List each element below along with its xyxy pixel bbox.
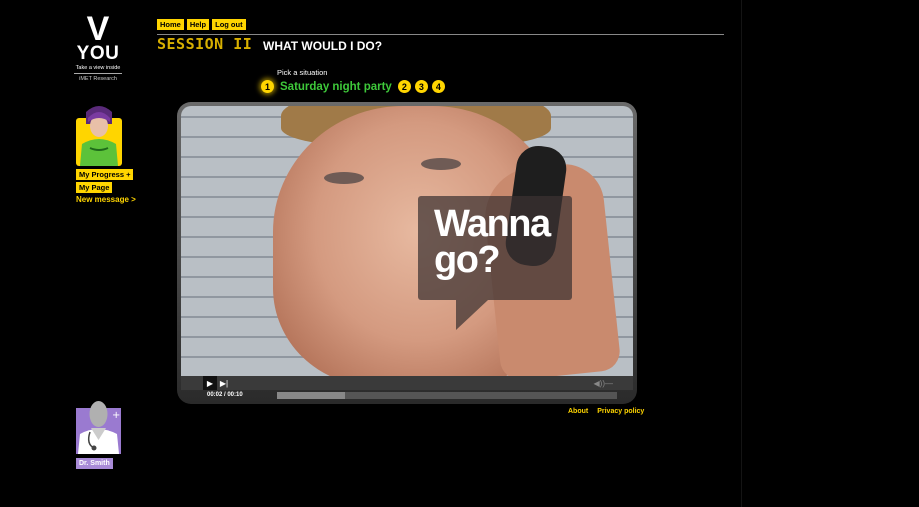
home-button[interactable]: Home [157,19,184,30]
avatar-icon [76,106,122,166]
video-screen[interactable]: Wanna go? [181,106,633,376]
about-link[interactable]: About [568,408,588,415]
my-progress-button[interactable]: My Progress + [76,169,134,180]
logo-mark: V [86,10,110,48]
app-logo[interactable]: V YOU Take a view inside iMET Research [70,10,126,94]
logo-tagline: Take a view inside [75,65,121,71]
video-progress-fill [277,391,345,399]
skip-next-icon[interactable]: ▶| [217,376,231,390]
doctor-name-badge[interactable]: Dr. Smith [76,458,113,469]
video-progress-row: 00:02 / 00:10 [181,390,633,400]
situation-2-button[interactable]: 2 [397,80,411,93]
doctor-avatar[interactable]: + [76,398,121,454]
volume-icon[interactable]: ◀))— [594,379,613,388]
logo-word: YOU [76,43,120,64]
svg-text:+: + [112,410,120,421]
logo-divider [74,73,122,74]
speech-bubble-text: Wanna go? [434,203,551,281]
new-message-link[interactable]: New message > [76,195,136,204]
page-edge [741,0,742,507]
top-navigation: Home Help Log out [157,19,246,30]
video-time: 00:02 / 00:10 [207,392,243,398]
situation-1-button[interactable]: 1 [261,80,274,93]
situation-picker: 1 Saturday night party 2 3 4 [261,80,445,93]
situation-3-button[interactable]: 3 [414,80,428,93]
footer-links: About Privacy policy [568,408,644,415]
logo-org: iMET Research [79,76,117,82]
user-avatar[interactable] [76,104,122,166]
help-button[interactable]: Help [186,19,210,30]
video-frame-eye-left [324,172,364,184]
video-frame-eye-right [421,158,461,170]
situation-active-label[interactable]: Saturday night party [280,81,392,93]
page-title: WHAT WOULD I DO? [263,39,383,53]
video-controls: ▶ ▶| ◀))— [181,376,633,390]
session-label: SESSION II [157,35,253,53]
speech-bubble-tail [456,300,488,330]
situation-prompt: Pick a situation [277,68,328,77]
doctor-icon: + [76,401,121,454]
logout-button[interactable]: Log out [212,19,246,30]
video-player[interactable]: Wanna go? ▶ ▶| ◀))— 00:02 / 00:10 [177,102,637,404]
video-progress-track[interactable] [277,391,617,399]
my-page-button[interactable]: My Page [76,182,113,193]
situation-4-button[interactable]: 4 [431,80,445,93]
privacy-policy-link[interactable]: Privacy policy [597,408,644,415]
play-icon[interactable]: ▶ [203,376,217,390]
